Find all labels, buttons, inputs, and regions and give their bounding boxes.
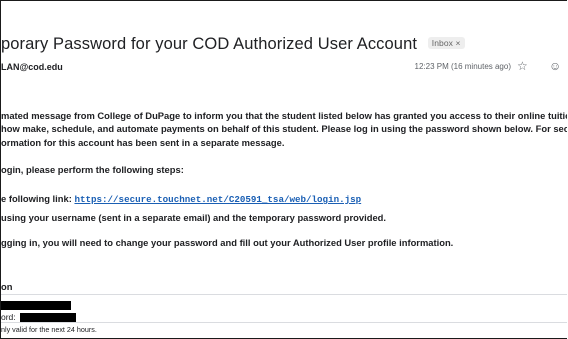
- email-window: porary Password for your COD Authorized …: [0, 0, 567, 339]
- email-subject: porary Password for your COD Authorized …: [1, 35, 465, 54]
- body-line-signature: on: [1, 281, 13, 292]
- divider: [1, 322, 567, 323]
- body-line-steps: ogin, please perform the following steps…: [1, 164, 184, 175]
- validity-note: nly valid for the next 24 hours.: [1, 325, 97, 334]
- login-link[interactable]: https://secure.touchnet.net/C20591_tsa/w…: [74, 194, 361, 205]
- body-line-after: gging in, you will need to change your p…: [1, 237, 454, 248]
- body-line-login: using your username (sent in a separate …: [1, 212, 387, 223]
- link-intro-text: e following link:: [1, 193, 72, 204]
- subject-text: porary Password for your COD Authorized …: [1, 35, 418, 53]
- inbox-label-badge[interactable]: Inbox ×: [427, 37, 465, 49]
- redaction-bar: [20, 313, 77, 323]
- body-line-1: mated message from College of DuPage to …: [1, 110, 567, 121]
- email-timestamp: 12:23 PM (16 minutes ago): [414, 62, 512, 71]
- divider: [1, 294, 567, 295]
- redacted-username: [1, 299, 71, 311]
- emoji-reaction-icon[interactable]: ☺: [549, 59, 561, 73]
- body-line-2: how make, schedule, and automate payment…: [1, 123, 567, 134]
- password-line: ord:: [1, 312, 77, 323]
- star-icon[interactable]: ☆: [517, 59, 528, 73]
- body-line-link: e following link: https://secure.touchne…: [1, 193, 361, 205]
- redaction-bar: [1, 301, 71, 311]
- body-line-3: ormation for this account has been sent …: [1, 137, 285, 148]
- sender-address: LAN@cod.edu: [1, 62, 63, 72]
- password-label: ord:: [1, 312, 16, 322]
